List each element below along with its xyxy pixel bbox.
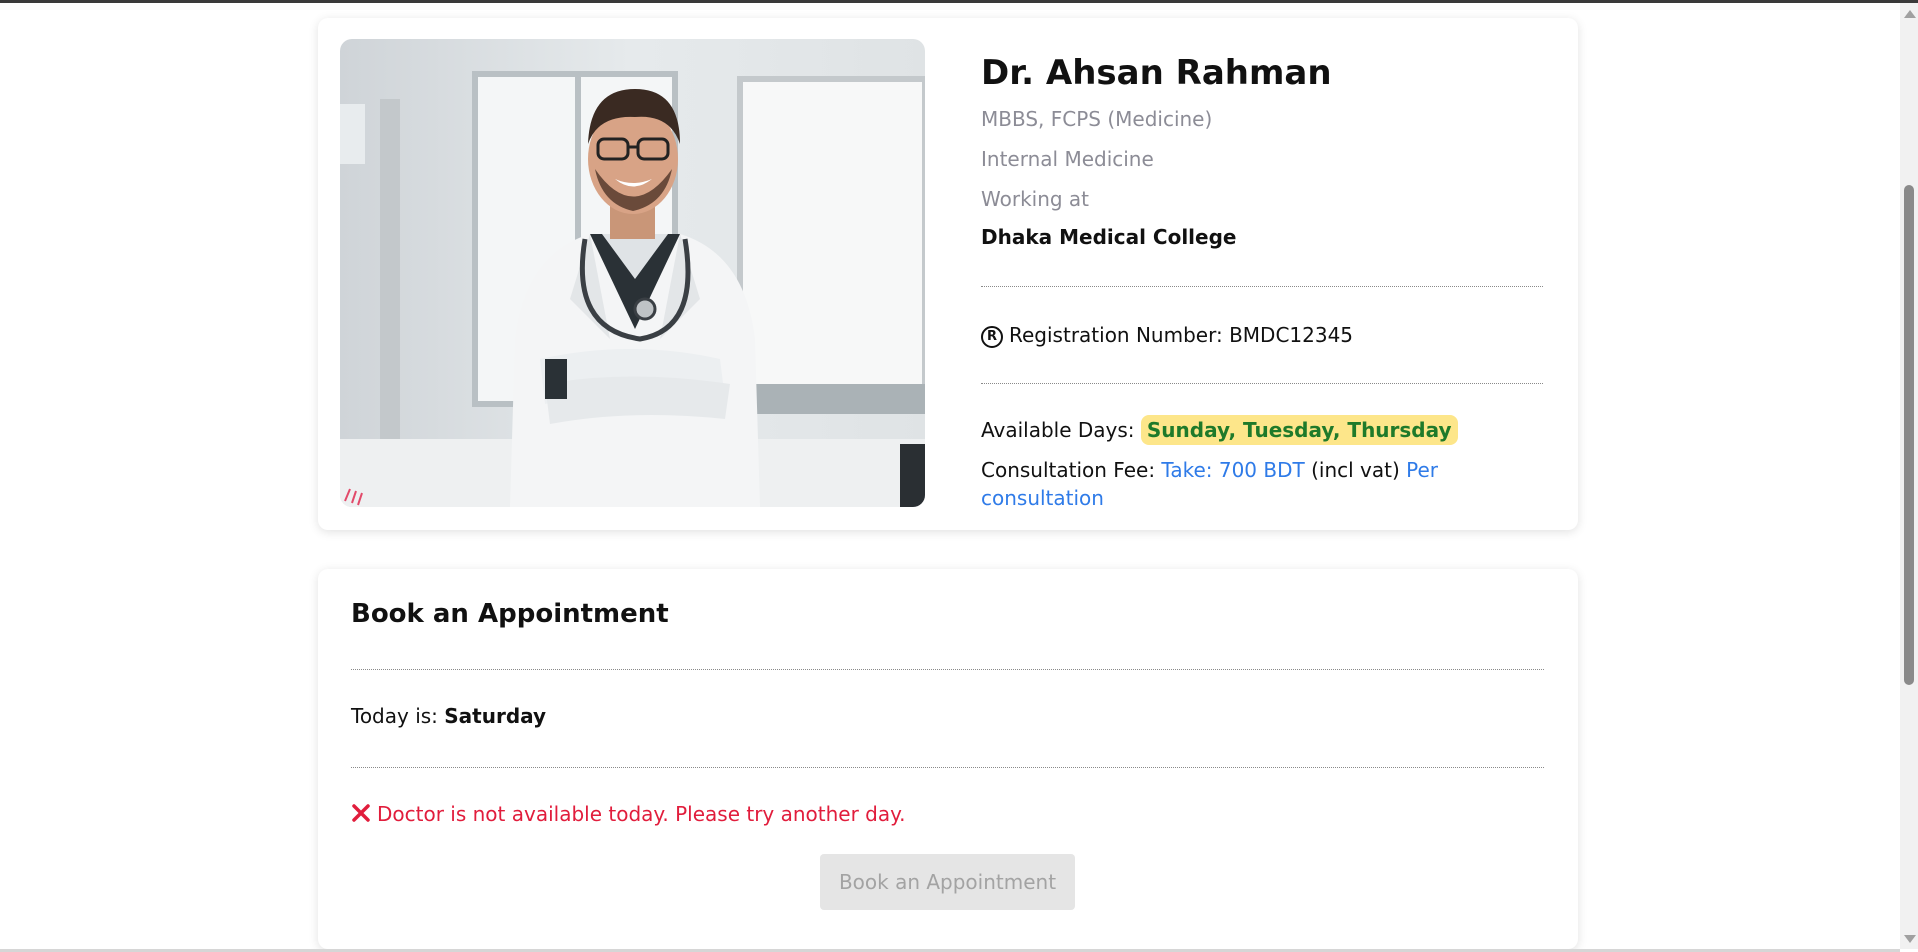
scroll-down-arrow-icon[interactable]	[1904, 935, 1916, 943]
doctor-name: Dr. Ahsan Rahman	[981, 53, 1332, 93]
working-at-label: Working at	[981, 187, 1090, 211]
doctor-specialty: Internal Medicine	[981, 147, 1154, 171]
today-value: Saturday	[444, 704, 547, 728]
vertical-scrollbar[interactable]	[1900, 3, 1918, 949]
today-row: Today is: Saturday	[351, 704, 546, 728]
available-days-row: Available Days: Sunday, Tuesday, Thursda…	[981, 415, 1543, 445]
alert-text: Doctor is not available today. Please tr…	[377, 802, 906, 826]
registered-icon: R	[981, 326, 1003, 348]
scroll-up-arrow-icon[interactable]	[1904, 10, 1916, 18]
divider	[351, 669, 1544, 670]
unavailable-alert: Doctor is not available today. Please tr…	[351, 802, 905, 826]
registration-number: BMDC12345	[1229, 323, 1354, 347]
fee-label: Consultation Fee:	[981, 458, 1156, 482]
booking-title: Book an Appointment	[351, 599, 669, 629]
doctor-profile-card: Dr. Ahsan Rahman MBBS, FCPS (Medicine) I…	[318, 18, 1578, 530]
scrollbar-thumb[interactable]	[1904, 185, 1914, 685]
available-days-badge: Sunday, Tuesday, Thursday	[1140, 415, 1458, 445]
doctor-photo	[340, 39, 925, 507]
doctor-info: Dr. Ahsan Rahman MBBS, FCPS (Medicine) I…	[981, 52, 1543, 512]
registration-label: Registration Number:	[1009, 323, 1223, 347]
booking-card: Book an Appointment Today is: Saturday D…	[318, 569, 1578, 949]
divider	[981, 383, 1543, 384]
registration-row: R Registration Number: BMDC12345	[981, 321, 1543, 349]
divider	[351, 767, 1544, 768]
fee-vat: (incl vat)	[1311, 458, 1400, 482]
available-days-label: Available Days:	[981, 418, 1135, 442]
book-appointment-button[interactable]: Book an Appointment	[820, 854, 1075, 910]
page-viewport: Dr. Ahsan Rahman MBBS, FCPS (Medicine) I…	[0, 3, 1900, 949]
hospital-name: Dhaka Medical College	[981, 225, 1237, 249]
consultation-fee-row: Consultation Fee: Take: 700 BDT (incl va…	[981, 456, 1543, 512]
fee-amount: Take: 700 BDT	[1161, 458, 1305, 482]
doctor-degrees: MBBS, FCPS (Medicine)	[981, 107, 1213, 131]
doctor-photo-illustration	[340, 39, 925, 507]
close-icon	[352, 804, 370, 822]
divider	[981, 286, 1543, 287]
today-label: Today is:	[351, 704, 438, 728]
